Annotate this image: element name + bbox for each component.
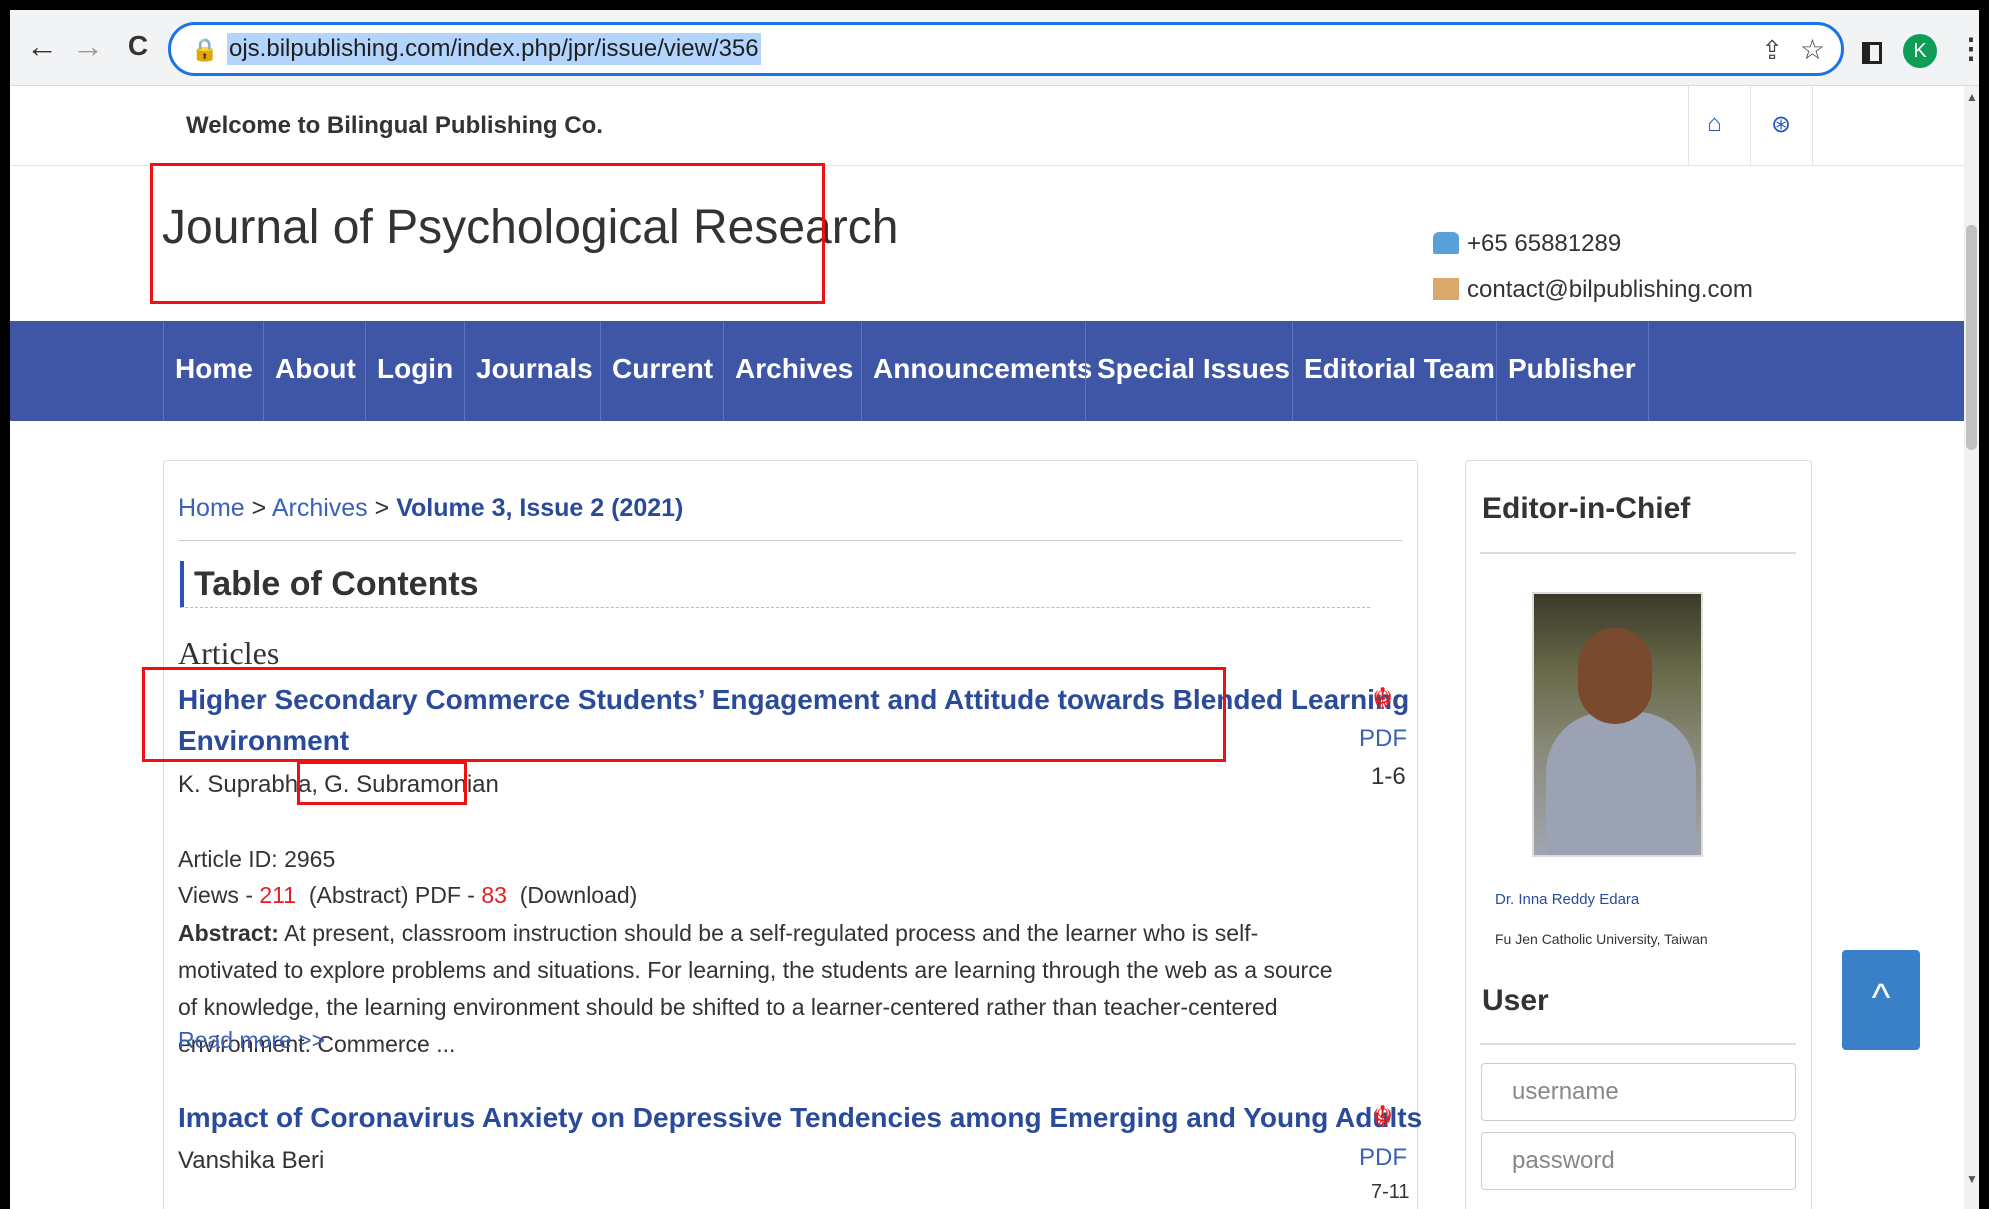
divider [1812, 86, 1813, 166]
photo-head [1578, 628, 1652, 724]
abstract-label: Abstract: [178, 920, 279, 946]
email-address[interactable]: contact@bilpublishing.com [1467, 276, 1753, 303]
nav-current[interactable]: Current [600, 321, 713, 421]
nav-archives[interactable]: Archives [723, 321, 853, 421]
side-panel-icon[interactable] [1862, 42, 1882, 64]
breadcrumb-archives[interactable]: Archives [272, 494, 368, 522]
divider [180, 607, 1370, 608]
phone-number: +65 65881289 [1467, 230, 1622, 257]
nav-journals[interactable]: Journals [464, 321, 593, 421]
browser-toolbar: ← → C 🔒 ojs.bilpublishing.com/index.php/… [10, 10, 1985, 86]
breadcrumb-home[interactable]: Home [178, 494, 245, 522]
mail-icon [1433, 278, 1459, 300]
nav-about[interactable]: About [263, 321, 356, 421]
home-icon[interactable]: ⌂ [1707, 110, 1722, 138]
nav-special-issues[interactable]: Special Issues [1085, 321, 1290, 421]
divider [1750, 86, 1751, 166]
user-heading: User [1482, 984, 1549, 1017]
article-authors: Vanshika Beri [178, 1147, 325, 1174]
highlight-box-title [150, 163, 825, 304]
divider [178, 540, 1402, 541]
read-more-link[interactable]: Read more >> [178, 1027, 325, 1054]
highlight-box-article [142, 667, 1226, 762]
reload-button[interactable]: C [120, 28, 156, 64]
phone-icon [1433, 232, 1459, 254]
scroll-down-icon[interactable]: ▼ [1966, 1172, 1978, 1186]
welcome-text: Welcome to Bilingual Publishing Co. [186, 112, 603, 139]
profile-avatar[interactable]: K [1903, 34, 1937, 68]
forward-button[interactable]: → [70, 28, 106, 64]
editor-heading: Editor-in-Chief [1482, 492, 1691, 525]
pdf-link[interactable]: PDF [1359, 725, 1407, 753]
scroll-up-icon[interactable]: ▲ [1966, 90, 1978, 104]
username-input[interactable] [1482, 1064, 1795, 1120]
nav-announcements[interactable]: Announcements [861, 321, 1092, 421]
welcome-bar: Welcome to Bilingual Publishing Co. ⌂ ⊛ [10, 86, 1964, 166]
password-field[interactable] [1481, 1132, 1796, 1190]
url-text[interactable]: ojs.bilpublishing.com/index.php/jpr/issu… [227, 33, 761, 65]
editor-photo [1532, 592, 1703, 857]
breadcrumb: Home > Archives > Volume 3, Issue 2 (202… [178, 494, 683, 523]
scrollbar-thumb[interactable] [1966, 225, 1977, 450]
browser-menu-icon[interactable]: ⋮ [1957, 32, 1985, 65]
editor-affiliation: Fu Jen Catholic University, Taiwan [1495, 931, 1708, 947]
back-button[interactable]: ← [24, 28, 60, 64]
pdf-link[interactable]: PDF [1359, 1144, 1407, 1172]
photo-body [1546, 712, 1696, 855]
download-label: (Download) [519, 882, 638, 908]
abstract-pdf-label: (Abstract) PDF - [308, 882, 482, 908]
nav-home[interactable]: Home [163, 321, 253, 421]
article-abstract: Abstract: At present, classroom instruct… [178, 915, 1348, 1063]
pdf-icon[interactable]: ☬ [1372, 682, 1393, 717]
editor-name[interactable]: Dr. Inna Reddy Edara [1495, 891, 1639, 908]
globe-icon[interactable]: ⊛ [1771, 110, 1791, 139]
pdf-icon[interactable]: ☬ [1372, 1100, 1393, 1135]
back-to-top-button[interactable]: ^ [1842, 950, 1920, 1050]
lock-icon: 🔒 [191, 37, 219, 62]
nav-editorial-team[interactable]: Editorial Team [1292, 321, 1495, 421]
phone-contact: +65 65881289 [1433, 230, 1621, 258]
divider [1688, 86, 1689, 166]
page-range: 7-11 [1371, 1181, 1410, 1203]
main-navbar: Home About Login Journals Current Archiv… [10, 321, 1964, 421]
abstract-text: At present, classroom instruction should… [178, 920, 1333, 1057]
username-field[interactable] [1481, 1063, 1796, 1121]
views-label: Views - [178, 882, 260, 908]
address-bar[interactable]: 🔒 ojs.bilpublishing.com/index.php/jpr/is… [168, 22, 1844, 76]
chevron-up-icon: ^ [1871, 976, 1891, 1020]
divider [1480, 552, 1796, 554]
highlight-box-author [297, 761, 467, 805]
share-icon[interactable]: ⇪ [1761, 35, 1783, 66]
views-count: 211 [259, 882, 297, 908]
bookmark-star-icon[interactable]: ☆ [1800, 33, 1825, 66]
breadcrumb-sep: > [367, 494, 397, 522]
divider [1480, 1043, 1796, 1045]
page-range: 1-6 [1371, 763, 1406, 790]
article-stats: Views - 211 (Abstract) PDF - 83 (Downloa… [178, 882, 637, 909]
breadcrumb-sep: > [244, 494, 272, 522]
breadcrumb-current[interactable]: Volume 3, Issue 2 (2021) [396, 494, 683, 522]
nav-publisher[interactable]: Publisher [1496, 321, 1649, 421]
downloads-count: 83 [481, 882, 507, 908]
toc-title: Table of Contents [180, 561, 479, 607]
nav-login[interactable]: Login [365, 321, 453, 421]
email-contact: contact@bilpublishing.com [1433, 276, 1753, 304]
article-title-link[interactable]: Impact of Coronavirus Anxiety on Depress… [178, 1097, 1422, 1138]
article-id: Article ID: 2965 [178, 846, 336, 872]
password-input[interactable] [1482, 1133, 1795, 1189]
